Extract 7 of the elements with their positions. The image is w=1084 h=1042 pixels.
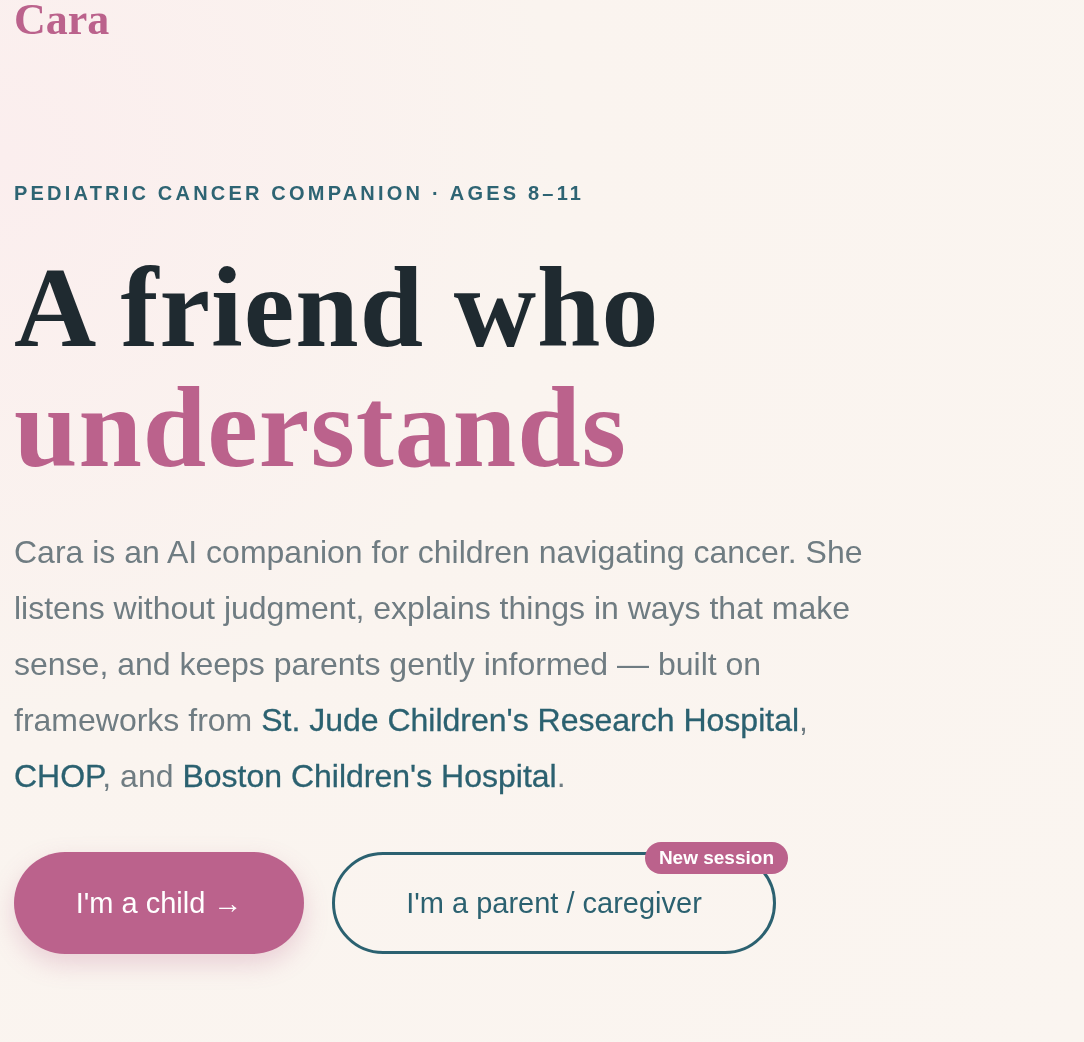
new-session-badge: New session [644, 842, 788, 874]
intro-paragraph: Cara is an AI companion for children navigating cancer. She listens without judgment, explains things in ways that make sense, and keeps parents gently informed — built on frameworks from St. Jude Children's Research Hospital, CHOP, and Boston Children's Hospital. [14, 533, 864, 796]
headline: A friend who [14, 248, 660, 368]
child-button[interactable]: I'm a child → [14, 852, 304, 954]
headline-accent: understands [14, 368, 627, 488]
logo: Cara [14, 0, 110, 46]
eyebrow-text: PEDIATRIC CANCER COMPANION · AGES 8–11 [14, 181, 585, 206]
